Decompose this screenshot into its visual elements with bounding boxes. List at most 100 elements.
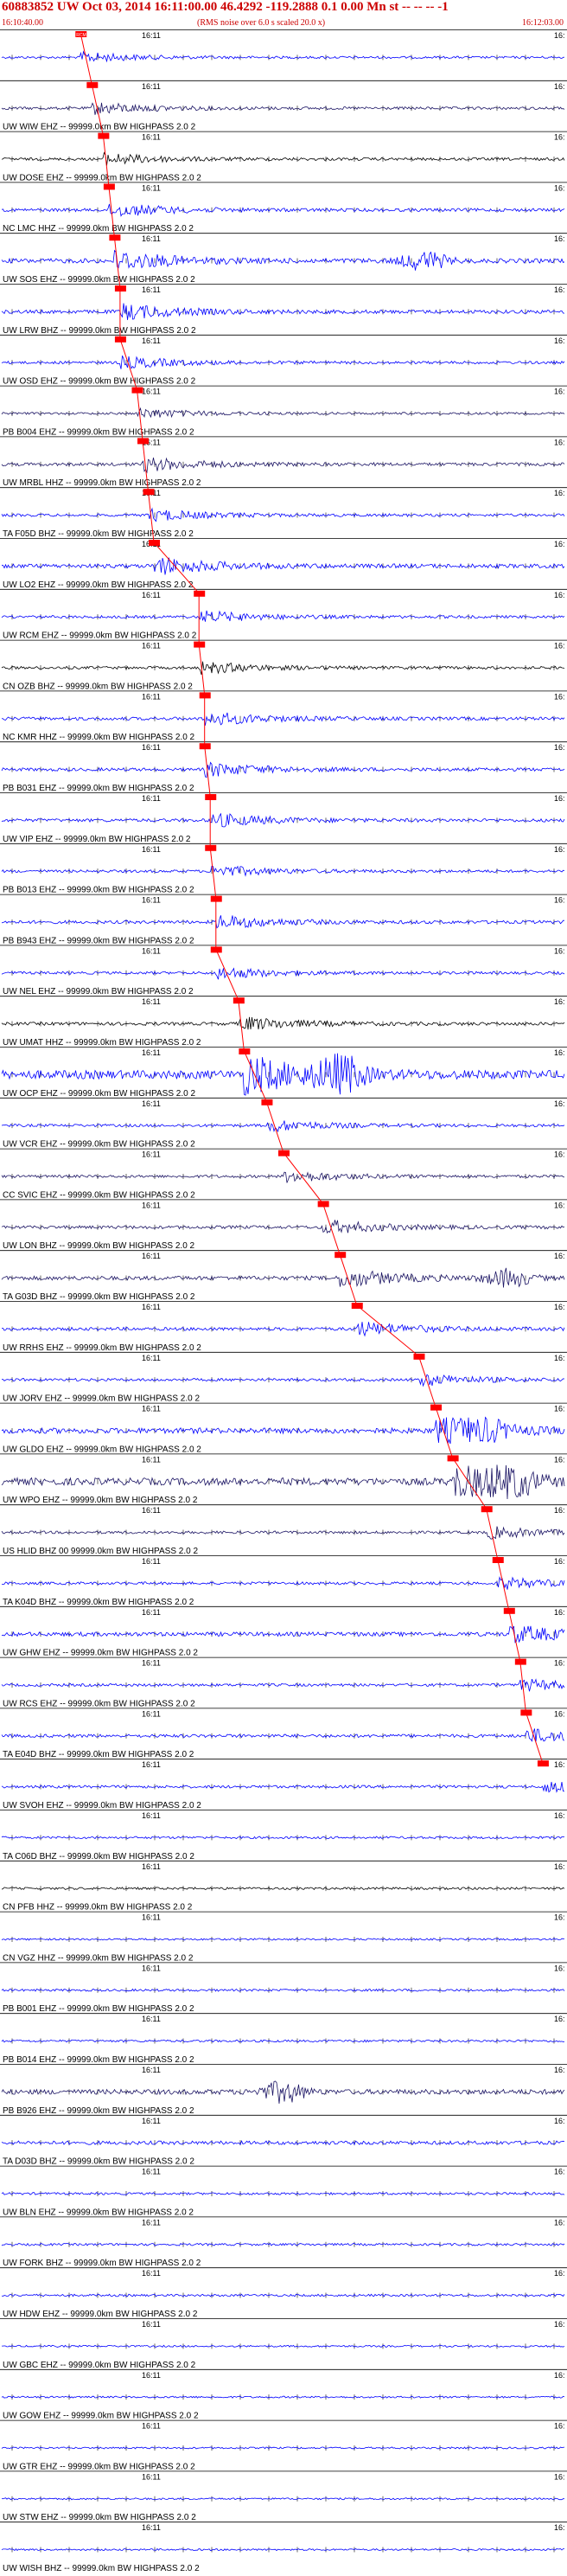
right-edge-label: 16: (554, 1608, 565, 1617)
waveform-trace (1, 2293, 565, 2297)
minute-mark-label: 16:11 (142, 2066, 161, 2074)
record-header: 60883852 UW Oct 03, 2014 16:11:00.00 46.… (0, 0, 567, 29)
trace-row: 16:11 16: UW GOW EHZ -- 99999.0km BW HIGHP… (0, 2368, 567, 2421)
right-edge-label: 16: (554, 285, 565, 294)
station-label: PB B926 EHZ -- 99999.0km BW HIGHPASS 2.0… (3, 2106, 194, 2116)
station-label: UW NEL EHZ -- 99999.0km BW HIGHPASS 2.0 … (3, 987, 194, 996)
waveform-trace (1, 1220, 565, 1234)
right-edge-label: 16: (554, 1252, 565, 1260)
station-label: NC LMC HHZ -- 99999.0km BW HIGHPASS 2.0 … (3, 224, 194, 234)
right-edge-label: 16: (554, 743, 565, 752)
minute-mark-label: 16:11 (142, 1964, 161, 1972)
minute-mark-label: 16:11 (142, 2269, 161, 2278)
station-label: UW VIP EHZ -- 99999.0km BW HIGHPASS 2.0 … (3, 835, 191, 844)
trace-row: 16:11 16: UW LON BHZ -- 99999.0km BW HIGHP… (0, 1199, 567, 1251)
trace-row: 16:11 16: PB B943 EHZ -- 99999.0km BW HIGH… (0, 894, 567, 945)
waveform-trace (1, 2547, 564, 2552)
station-label: UW RCS EHZ -- 99999.0km BW HIGHPASS 2.0 … (3, 1699, 195, 1708)
trace-row: 16:11 16: CN PFB HHZ -- 99999.0km BW HIGHP… (0, 1860, 567, 1913)
trace-row: 16:11 16: UW GBC EHZ -- 99999.0km BW HIGHP… (0, 2318, 567, 2370)
trace-row: 16:11 16:UW MRBL HHZ -- 99999.0km BW HIGH… (0, 436, 567, 488)
trace-row: 16:11 16: UW GTR EHZ -- 99999.0km BW HIGHP… (0, 2419, 567, 2471)
right-edge-label: 16: (554, 2269, 565, 2278)
trace-row: 16:11 16: PB B004 EHZ -- 99999.0km BW HIGH… (0, 385, 567, 437)
waveform-trace (1, 1416, 565, 1445)
station-label: UW WIW EHZ -- 99999.0km BW HIGHPASS 2.0 … (3, 123, 196, 132)
minute-mark-label: 16:11 (142, 31, 161, 40)
trace-row: 16:11 16: PB B001 EHZ -- 99999.0km BW HIGH… (0, 1962, 567, 2014)
right-edge-label: 16: (554, 1913, 565, 1922)
station-label: PB B031 EHZ -- 99999.0km BW HIGHPASS 2.0… (3, 784, 194, 793)
minute-mark-label: 16:11 (142, 1252, 161, 1260)
waveform-trace (1, 1120, 565, 1133)
minute-mark-label: 16:11 (142, 1099, 161, 1108)
minute-mark-label: 16:11 (142, 946, 161, 955)
trace-row: 16:11 16: UW BLN EHZ -- 99999.0km BW HIGHP… (0, 2165, 567, 2217)
right-edge-label: 16: (554, 794, 565, 803)
station-label: UW WPO EHZ -- 99999.0km BW HIGHPASS 2.0 … (3, 1496, 198, 1505)
right-edge-label: 16: (554, 1201, 565, 1209)
trace-row: 16:11 16: UW UMAT HHZ -- 99999.0km BW HIGH… (0, 996, 567, 1048)
right-edge-label: 16: (554, 1659, 565, 1668)
waveform-trace (1, 1938, 565, 1941)
trace-row: 16:11 16: NC LMC HHZ -- 99999.0km BW HIGHP… (0, 182, 567, 234)
minute-mark-label: 16:11 (142, 2320, 161, 2329)
station-label: CN PFB HHZ -- 99999.0km BW HIGHPASS 2.0 … (3, 1903, 193, 1913)
waveform-trace (1, 1781, 565, 1793)
station-label: PB B014 EHZ -- 99999.0km BW HIGHPASS 2.0… (3, 2055, 194, 2065)
minute-mark-label: 16:11 (142, 336, 161, 345)
station-label: UW GTR EHZ -- 99999.0km BW HIGHPASS 2.0 … (3, 2462, 195, 2471)
minute-mark-label: 16:11 (142, 183, 161, 192)
right-edge-label: 16: (554, 183, 565, 192)
trace-row: 16:11 16: PB B926 EHZ -- 99999.0km BW HIGH… (0, 2064, 567, 2116)
right-edge-label: 16: (554, 1405, 565, 1413)
pick-marker (205, 794, 217, 800)
waveform-trace (1, 2191, 565, 2195)
station-label: UW RCM EHZ -- 99999.0km BW HIGHPASS 2.0 … (3, 631, 197, 641)
trace-row: 16:11 16: TA K04D BHZ -- 99999.0km BW HIGH… (0, 1555, 567, 1607)
right-edge-label: 16: (554, 1303, 565, 1311)
station-label: TA G03D BHZ -- 99999.0km BW HIGHPASS 2.0… (3, 1292, 195, 1302)
right-edge-label: 16: (554, 540, 565, 548)
right-edge-label: 16: (554, 2472, 565, 2481)
right-edge-label: 16: (554, 1811, 565, 1820)
waveform-trace (1, 2497, 564, 2501)
minute-mark-label: 16:11 (142, 1150, 161, 1159)
trace-row: 16:11 16: UW RCM EHZ -- 99999.0km BW HIGHP… (0, 588, 567, 641)
trace-row: 16:11 16: UW OSD EHZ -- 99999.0km BW HIGHP… (0, 334, 567, 387)
right-edge-label: 16: (554, 1557, 565, 1566)
trace-row: 16:1116:TA F05D BHZ -- 99999.0km BW HIGH… (0, 487, 567, 539)
minute-mark-label: 16:11 (142, 1862, 161, 1871)
station-label: UW OCP EHZ -- 99999.0km BW HIGHPASS 2.0 … (3, 1089, 195, 1099)
right-edge-label: 16: (554, 234, 565, 243)
seismogram-panel: 16:11 16:RCM16:11 16:UW WIW EHZ -- 99999.0… (0, 29, 567, 2573)
station-label: UW VCR EHZ -- 99999.0km BW HIGHPASS 2.0 … (3, 1140, 195, 1150)
minute-mark-label: 16:11 (142, 1913, 161, 1922)
station-label: UW FORK BHZ -- 99999.0km BW HIGHPASS 2.0… (3, 2259, 201, 2268)
right-edge-label: 16: (554, 31, 565, 40)
right-edge-label: 16: (554, 1150, 565, 1159)
trace-row: 16:11 16: NC KMR HHZ -- 99999.0km BW HIGHP… (0, 690, 567, 742)
trace-row: 16:11 16: CN VGZ HHZ -- 99999.0km BW HIGHP… (0, 1911, 567, 1963)
station-label: TA K04D BHZ -- 99999.0km BW HIGHPASS 2.0… (3, 1598, 194, 1607)
minute-mark-label: 16:11 (142, 1354, 161, 1362)
waveform-trace (1, 1988, 565, 1992)
right-edge-label: 16: (554, 2066, 565, 2074)
right-edge-label: 16: (554, 946, 565, 955)
minute-mark-label: 16:11 (142, 2422, 161, 2431)
trace-row: 16:1116:UW LO2 EHZ -- 99999.0km BW HIGHP… (0, 538, 567, 590)
right-edge-label: 16: (554, 82, 565, 91)
waveform-trace (1, 507, 565, 522)
waveform-trace (1, 151, 565, 166)
waveform-trace (1, 661, 565, 676)
station-label: UW HDW EHZ -- 99999.0km BW HIGHPASS 2.0 … (3, 2310, 198, 2319)
trace-row: 16:11 16: UW WPO EHZ -- 99999.0km BW HIGHP… (0, 1453, 567, 1505)
station-label: UW STW EHZ -- 99999.0km BW HIGHPASS 2.0 … (3, 2513, 196, 2522)
station-label: UW WISH BHZ -- 99999.0km BW HIGHPASS 2.0… (3, 2564, 200, 2573)
trace-row: 16:11 16: UW SOS EHZ -- 99999.0km BW HIGHP… (0, 233, 567, 285)
trace-row: 16:11 16: UW WIW EHZ -- 99999.0km BW HIGHP… (0, 80, 567, 132)
trace-row: 16:11 16: UW GHW EHZ -- 99999.0km BW HIGHP… (0, 1605, 567, 1658)
right-edge-label: 16: (554, 997, 565, 1006)
right-edge-label: 16: (554, 591, 565, 599)
waveform-trace (1, 915, 564, 929)
